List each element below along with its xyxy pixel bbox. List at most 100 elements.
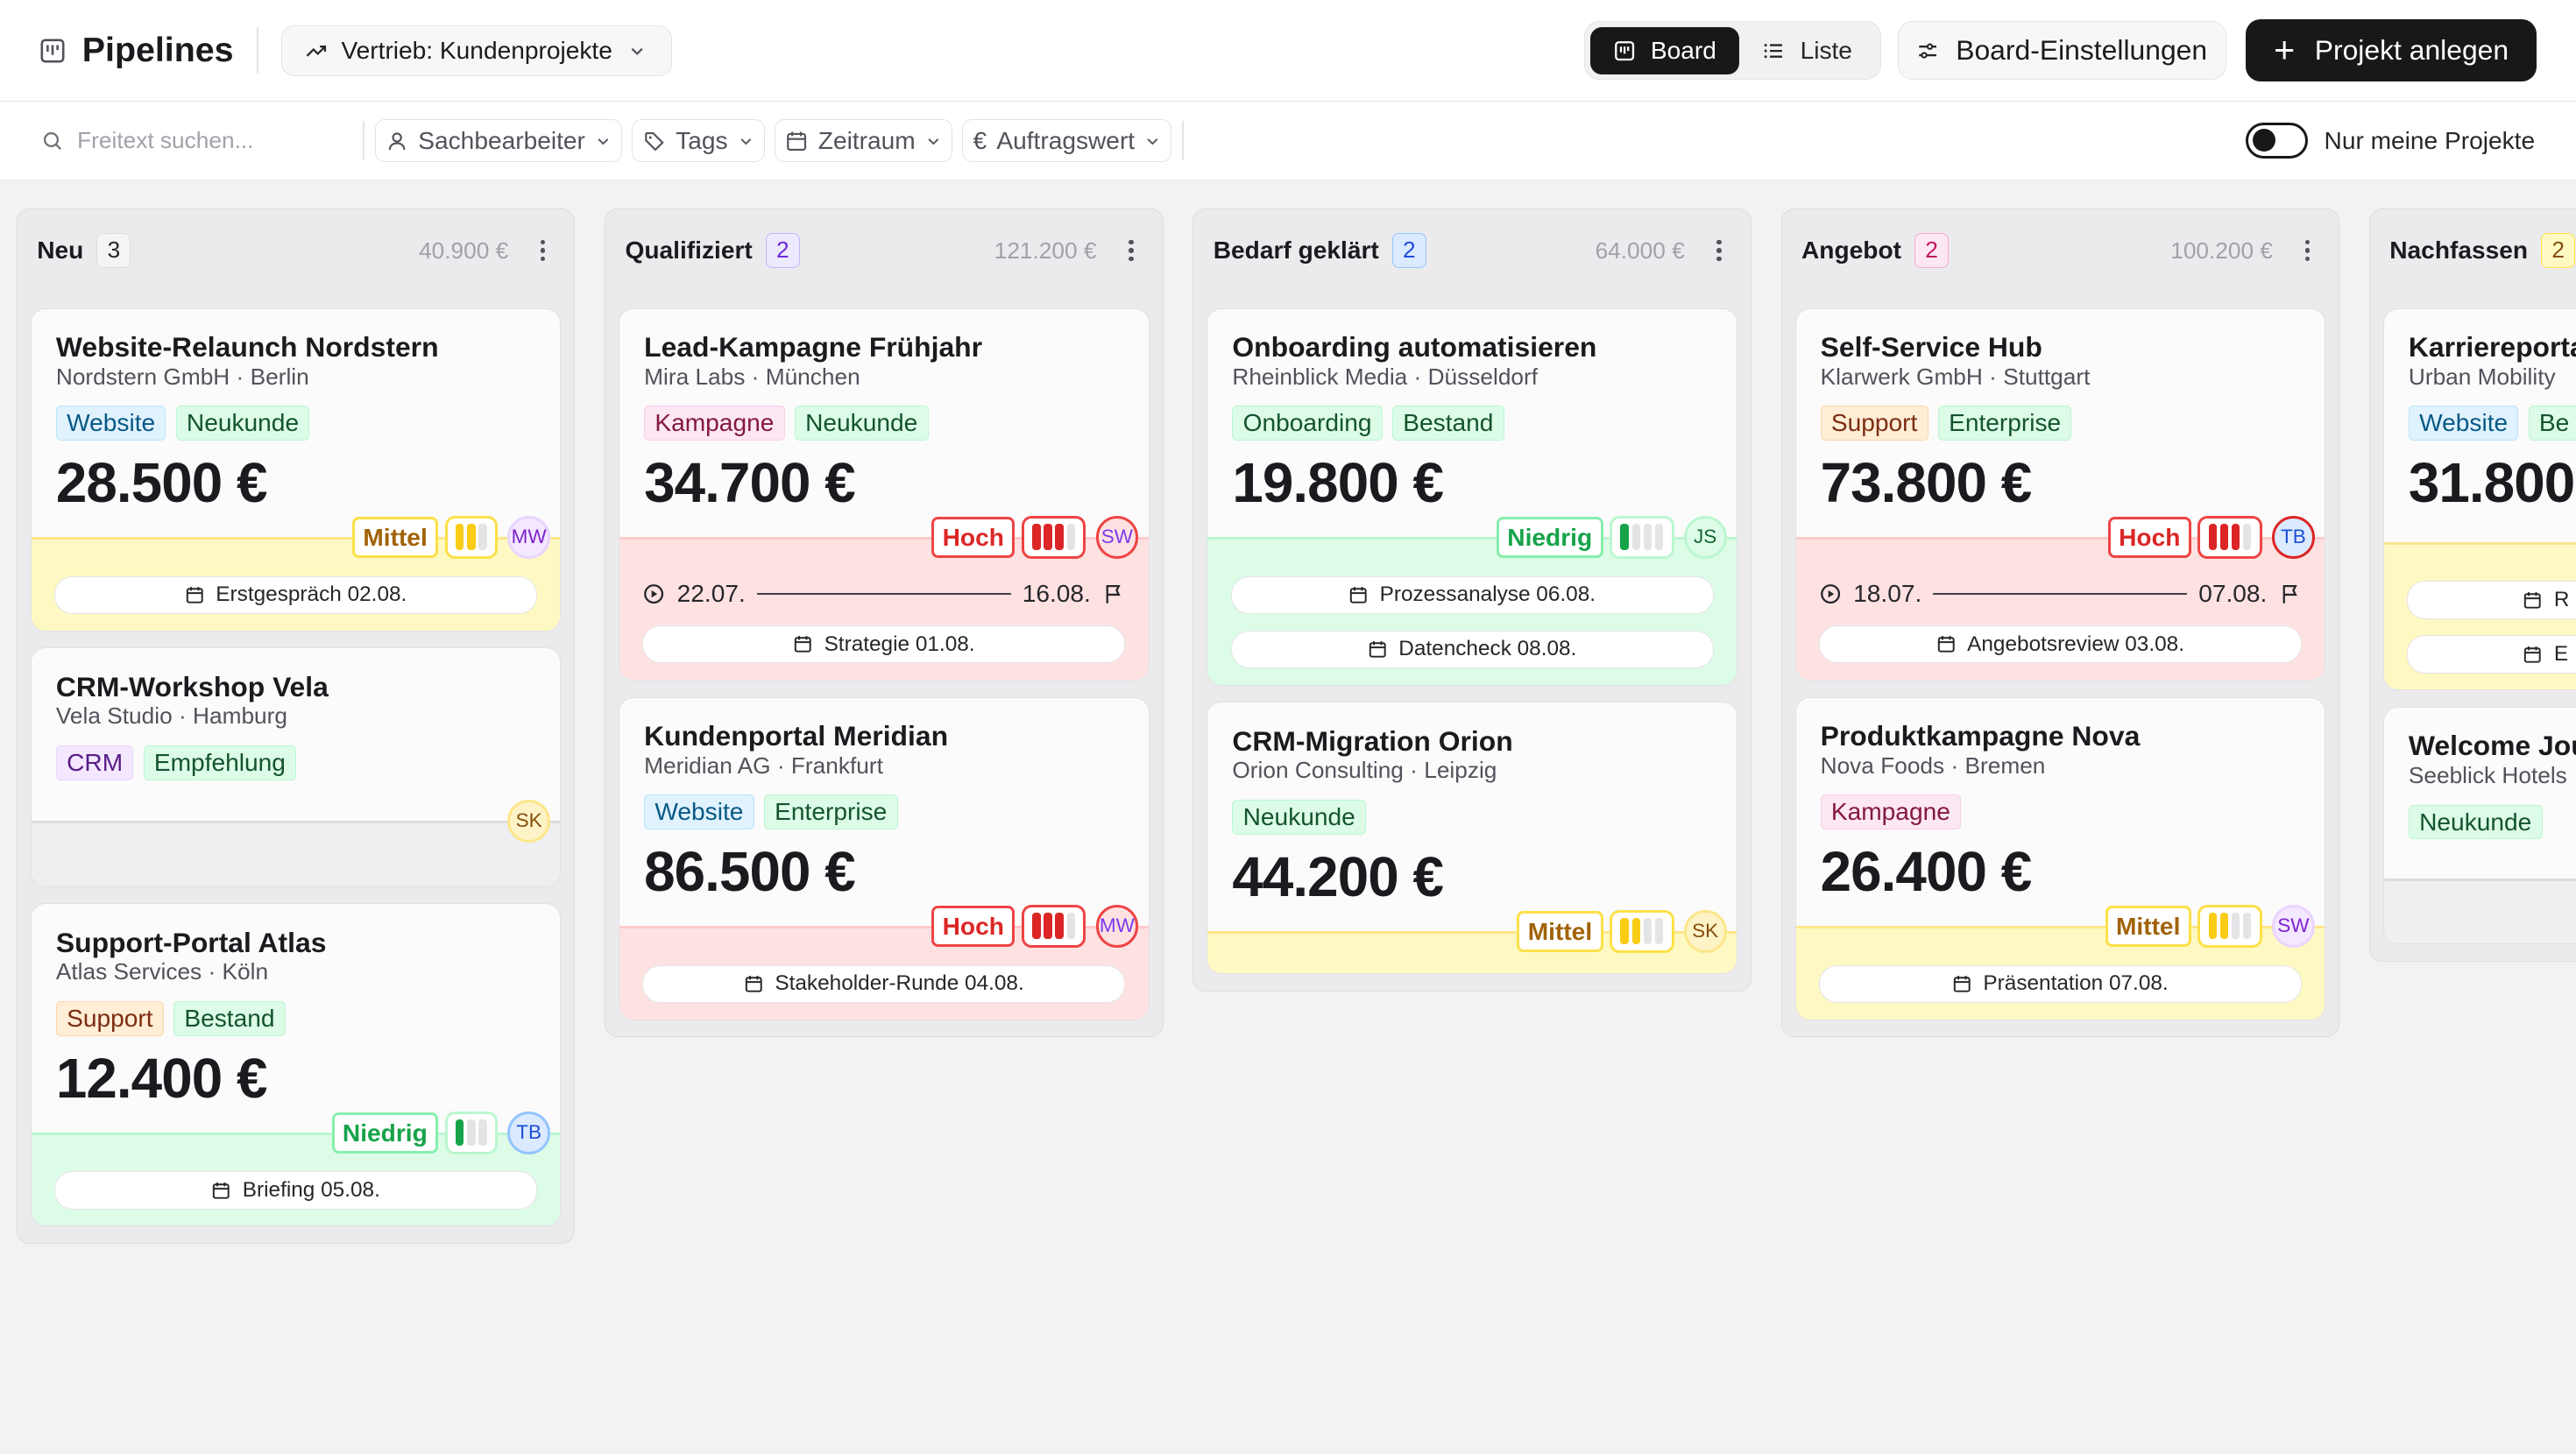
card-footer: 18.07. 07.08. Angebotsreview 03.08. [1795,537,2325,680]
column-title: Nachfassen [2389,236,2529,264]
task-pill[interactable]: Erstgespräch 02.08. [54,575,537,614]
task-pill[interactable]: Prozessanalyse 06.08. [1230,575,1714,614]
task-pill[interactable]: Briefing 05.08. [54,1171,537,1210]
view-toggle: Board Liste [1583,20,1881,81]
card-company: Seeblick Hotels [2408,761,2567,788]
task-pill[interactable]: Präsentation 07.08. [1818,964,2302,1003]
priority-row: Mittel MW [32,516,561,559]
avatar[interactable]: MW [507,516,550,559]
tag: Website [644,794,754,829]
avatar[interactable]: SW [2272,905,2315,948]
pipeline-select[interactable]: Vertrieb: Kundenprojekte [280,25,673,76]
column-count: 2 [2541,233,2576,268]
search-input[interactable]: Freitext suchen... [41,127,364,154]
filter-value[interactable]: € Auftragswert [962,119,1172,163]
board-settings-button[interactable]: Board-Einstellungen [1897,20,2226,81]
tag: Neukunde [1232,800,1367,835]
play-circle-icon [644,584,664,604]
project-card[interactable]: Lead-Kampagne Frühjahr Mira Labs · Münch… [619,307,1150,681]
filter-assignee[interactable]: Sachbearbeiter [374,119,623,163]
only-mine-toggle[interactable]: Nur meine Projekte [2245,123,2535,159]
card-company: Urban Mobility [2408,363,2556,390]
column-menu-icon[interactable] [2296,239,2318,262]
create-project-button[interactable]: + Projekt anlegen [2246,19,2537,82]
project-card[interactable]: Kundenportal Meridian Meridian AG · Fran… [619,696,1150,1020]
card-footer: Prozessanalyse 06.08. Datencheck 08.08. [1207,537,1737,685]
column-menu-icon[interactable] [532,239,555,262]
task-pill[interactable]: Strategie 01.08. [642,625,1126,664]
column-nachfassen: Nachfassen 2 Karriereportal Urban Mobili… [2368,208,2576,963]
column-qualifiziert: Qualifiziert 2 121.200 € Lead-Kampagne F… [605,208,1164,1038]
card-title: Support-Portal Atlas [55,926,327,958]
column-menu-icon[interactable] [1120,239,1143,262]
filter-period-label: Zeitraum [817,126,916,154]
avatar[interactable]: TB [2272,516,2315,559]
column-sum: 64.000 € [1595,236,1685,264]
trend-icon [306,45,327,57]
avatar[interactable]: JS [1683,516,1727,559]
project-card[interactable]: Produktkampagne Nova Nova Foods · Bremen… [1794,696,2325,1020]
priority-row: SK [32,800,561,843]
priority-row: Mittel SK [1207,909,1737,953]
timeline-line [1933,593,2188,596]
project-card[interactable]: CRM-Workshop Vela Vela Studio · Hamburg … [30,647,562,887]
column-menu-icon[interactable] [1708,239,1730,262]
card-tags: Support Bestand [55,1001,535,1036]
project-card[interactable]: Support-Portal Atlas Atlas Services · Kö… [30,903,562,1227]
search-icon [43,131,61,150]
task-label: Präsentation 07.08. [1983,971,2169,996]
project-card[interactable]: Onboarding automatisieren Rheinblick Med… [1207,307,1737,686]
priority-badge: Mittel [2105,905,2191,947]
task-label: Datencheck 08.08. [1398,637,1577,661]
card-company: Meridian AG · Frankfurt [644,752,883,779]
column-bedarf-geklaert: Bedarf geklärt 2 64.000 € Onboarding aut… [1192,208,1752,992]
card-company: Vela Studio · Hamburg [55,702,287,730]
priority-row: Niedrig TB [32,1111,561,1154]
avatar[interactable]: SK [1683,909,1727,953]
card-footer: R E [2383,542,2576,690]
card-company: Mira Labs · München [644,363,860,390]
sliders-icon [1919,43,1937,59]
avatar[interactable]: TB [507,1111,550,1154]
avatar[interactable]: SW [1095,516,1139,559]
column-title: Qualifiziert [625,236,753,264]
project-card[interactable]: CRM-Migration Orion Orion Consulting · L… [1207,702,1737,975]
card-title: Welcome Jou [2408,730,2576,762]
task-label: Prozessanalyse 06.08. [1379,582,1596,607]
project-card[interactable]: Self-Service Hub Klarwerk GmbH · Stuttga… [1794,307,2325,681]
tag: Website [55,406,166,441]
priority-badge: Niedrig [331,1112,439,1154]
create-project-label: Projekt anlegen [2314,34,2509,67]
app: Pipelines Vertrieb: Kundenprojekte Board… [0,0,2576,1453]
avatar[interactable]: MW [1095,905,1139,948]
column-title: Angebot [1801,236,1901,264]
play-circle-icon [1820,584,1840,604]
task-pill[interactable]: R [2407,581,2576,619]
priority-row: Mittel SW [1796,905,2325,948]
card-tags: Website Enterprise [644,794,1123,829]
view-list-button[interactable]: Liste [1739,27,1875,74]
filter-tags[interactable]: Tags [632,119,765,163]
task-pill[interactable]: Stakeholder-Runde 04.08. [642,964,1126,1003]
priority-row: Hoch SW [619,516,1149,559]
card-amount: 86.500 € [644,840,856,903]
card-footer: 22.07. 16.08. Strategie 01.08. [619,537,1149,680]
view-board-button[interactable]: Board [1589,26,1740,74]
filter-period[interactable]: Zeitraum [775,119,952,163]
tag: Enterprise [763,794,898,829]
toggle-switch[interactable] [2245,123,2308,159]
task-pill[interactable]: E [2407,635,2576,674]
project-card[interactable]: Karriereportal Urban Mobility Website Be… [2382,307,2576,691]
project-card[interactable]: Website-Relaunch Nordstern Nordstern Gmb… [30,307,562,632]
pipeline-name: Vertrieb: Kundenprojekte [341,36,612,64]
timeline-start: 22.07. [676,580,746,608]
task-pill[interactable]: Datencheck 08.08. [1230,630,1714,668]
card-tags: Kampagne Neukunde [644,406,1123,441]
tag: Bestand [173,1001,286,1036]
task-pill[interactable]: Angebotsreview 03.08. [1818,625,2302,664]
card-tags: Website Be [2408,406,2576,441]
tag: CRM [55,745,134,780]
avatar[interactable]: SK [507,800,550,843]
project-card[interactable]: Welcome Jou Seeblick Hotels Neukunde [2382,707,2576,945]
tag: Neukunde [2408,804,2543,840]
